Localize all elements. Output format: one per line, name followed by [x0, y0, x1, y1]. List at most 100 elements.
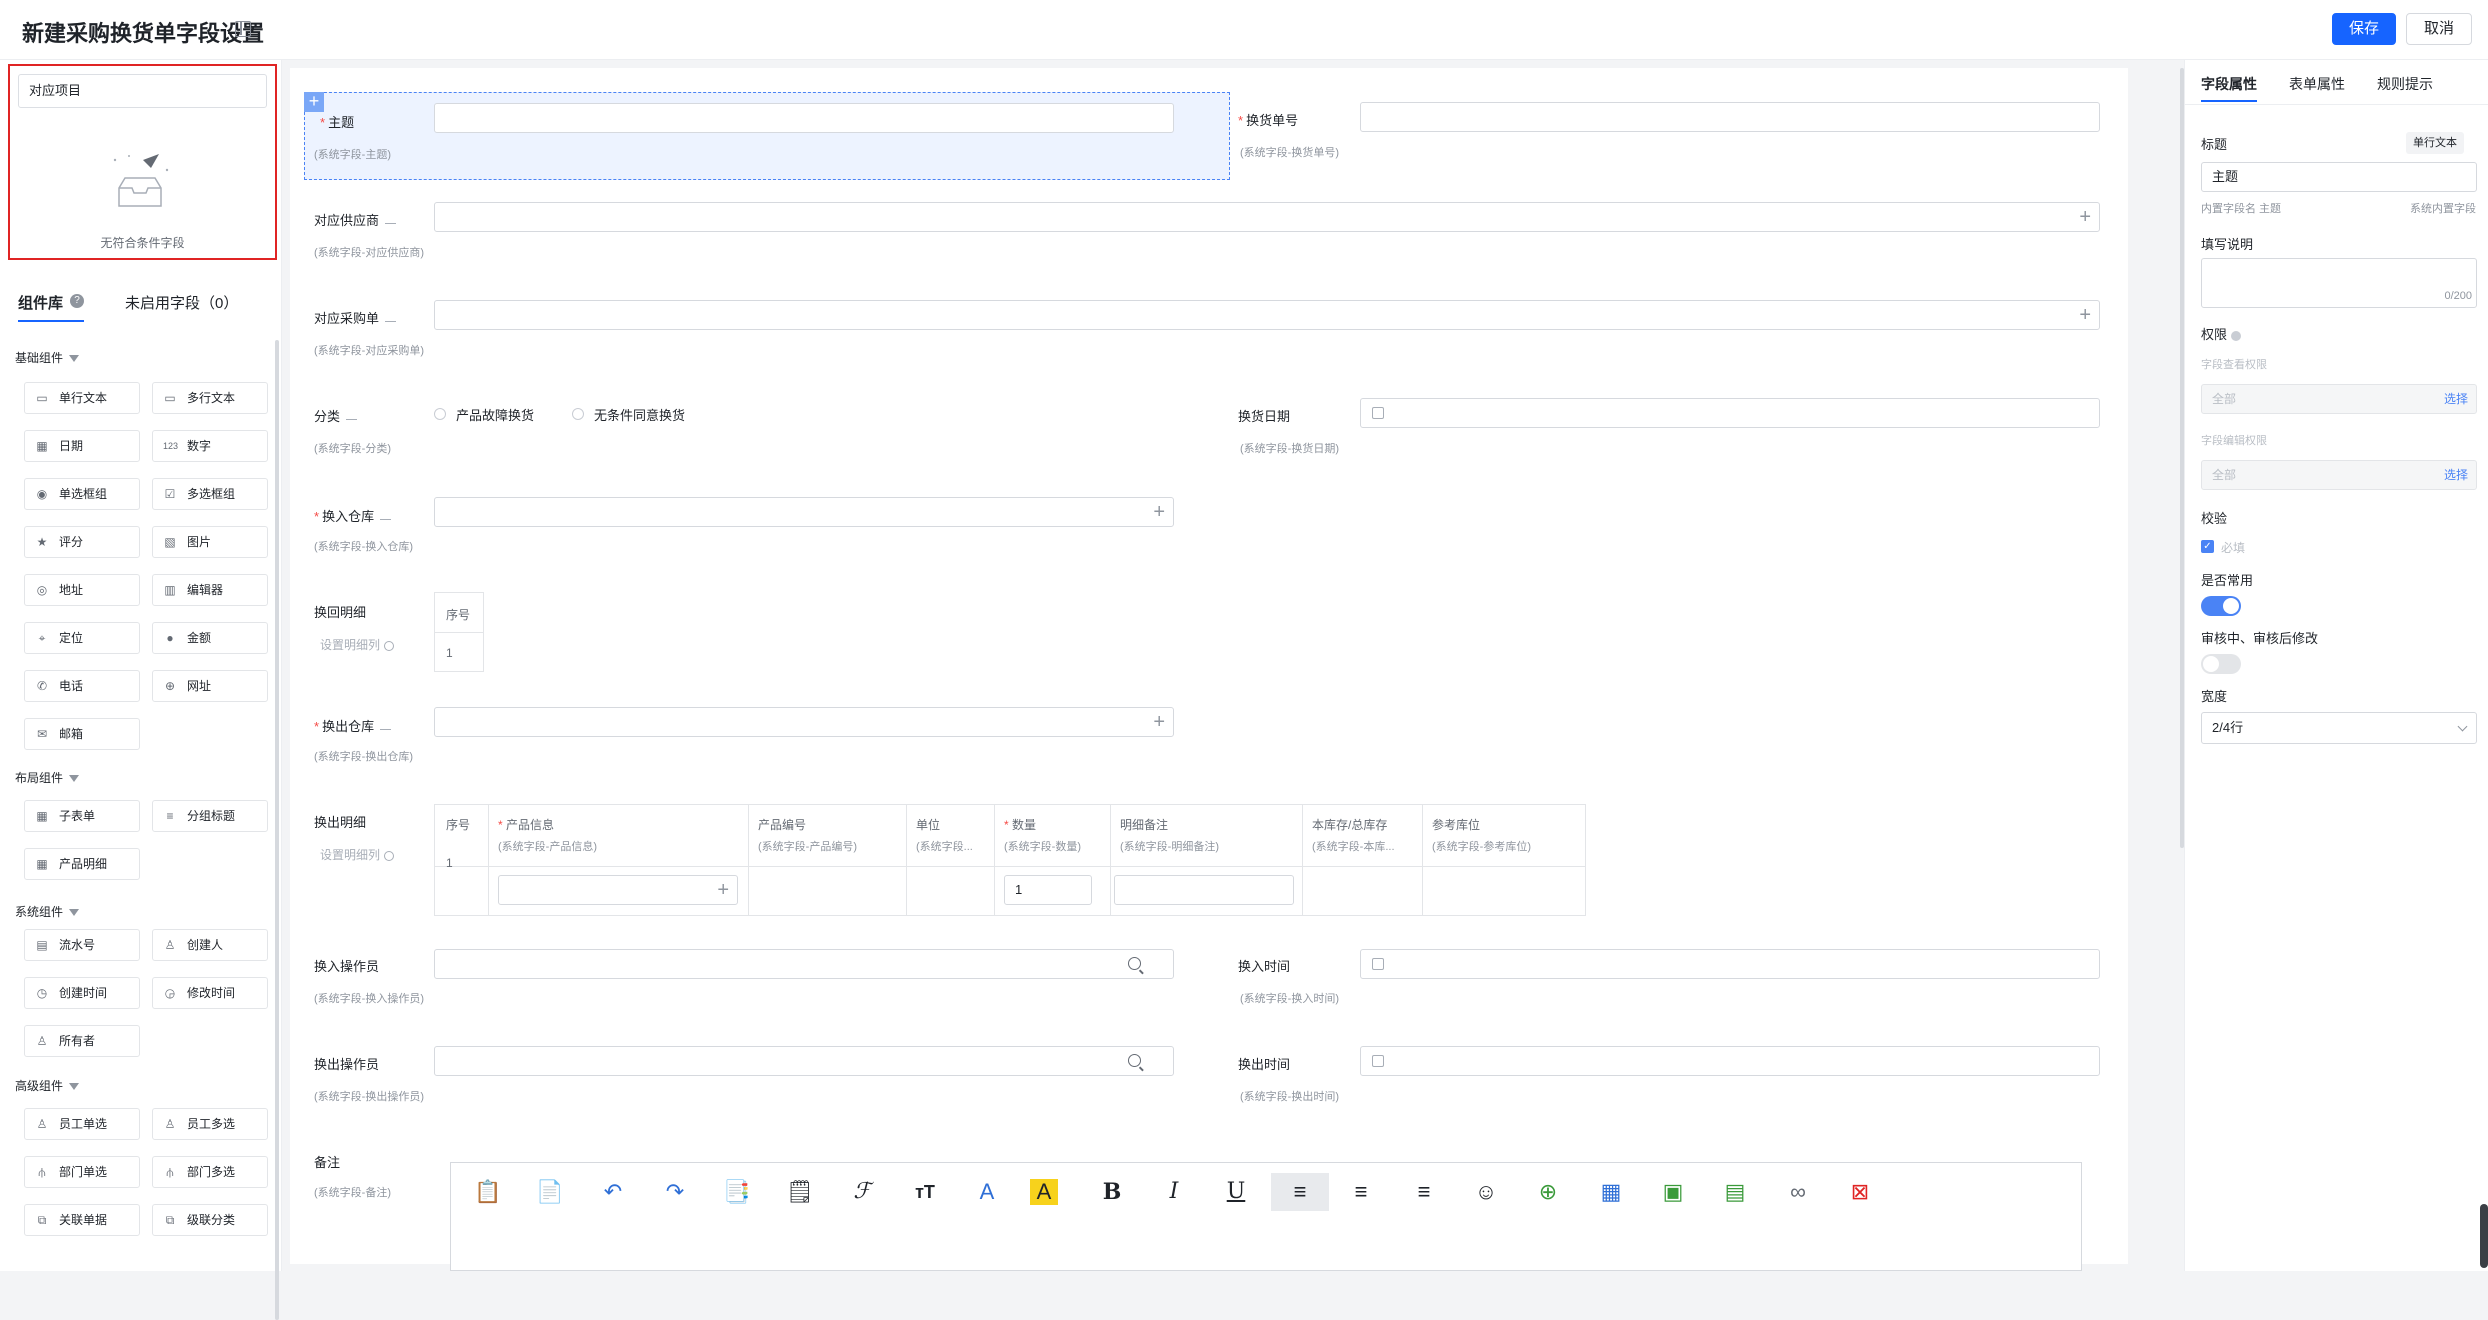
paste-icon[interactable]: 📋 — [469, 1173, 507, 1211]
radio-fault-exchange[interactable] — [434, 408, 446, 420]
component-basic-9[interactable]: ▥ 编辑器 — [152, 574, 268, 606]
subject-input[interactable] — [434, 103, 1174, 133]
component-advanced-5[interactable]: ⧉ 级联分类 — [152, 1204, 268, 1236]
common-toggle[interactable] — [2201, 596, 2241, 616]
component-basic-6[interactable]: ★ 评分 — [24, 526, 140, 558]
font-family-icon[interactable]: ℱ — [843, 1173, 881, 1211]
align-left-icon[interactable]: ≡ — [1271, 1173, 1329, 1211]
set-detail-columns-link[interactable]: 设置明细列 — [320, 846, 395, 863]
highlight-color-icon[interactable]: A — [1030, 1179, 1058, 1205]
component-system-0[interactable]: ▤ 流水号 — [24, 929, 140, 961]
component-layout-1[interactable]: ≡ 分组标题 — [152, 800, 268, 832]
tab-divider — [2185, 104, 2488, 105]
component-basic-11[interactable]: ● 金额 — [152, 622, 268, 654]
font-color-icon[interactable]: A — [968, 1173, 1006, 1211]
group-basic[interactable]: 基础组件 — [15, 349, 80, 366]
help-icon[interactable]: ? — [70, 294, 84, 308]
out-time-input[interactable] — [1360, 1046, 2100, 1076]
component-basic-7[interactable]: ▧ 图片 — [152, 526, 268, 558]
in-operator-input[interactable] — [434, 949, 1174, 979]
tab-component-library[interactable]: 组件库 — [18, 292, 63, 313]
align-center-icon[interactable]: ≡ — [1342, 1173, 1380, 1211]
page-scrollbar[interactable] — [2480, 1204, 2488, 1268]
redo-icon[interactable]: ↷ — [656, 1173, 694, 1211]
component-advanced-1[interactable]: ♙ 员工多选 — [152, 1108, 268, 1140]
save-button[interactable]: 保存 — [2332, 13, 2396, 45]
edit-permission-select[interactable]: 全部 选择 — [2201, 460, 2477, 490]
component-basic-2[interactable]: ▦ 日期 — [24, 430, 140, 462]
component-basic-10[interactable]: ⌖ 定位 — [24, 622, 140, 654]
in-time-input[interactable] — [1360, 949, 2100, 979]
component-basic-3[interactable]: 123 数字 — [152, 430, 268, 462]
product-info-cell-input[interactable]: + — [498, 875, 738, 905]
paste-word-icon[interactable]: 📑 — [718, 1173, 756, 1211]
exchange-no-input[interactable] — [1360, 102, 2100, 132]
tab-field-properties[interactable]: 字段属性 — [2201, 74, 2257, 94]
component-basic-0[interactable]: ▭ 单行文本 — [24, 382, 140, 414]
emoji-icon[interactable]: ☺ — [1467, 1173, 1505, 1211]
cancel-button[interactable]: 取消 — [2406, 13, 2472, 45]
supplier-input[interactable]: + — [434, 202, 2100, 232]
set-detail-columns-link[interactable]: 设置明细列 — [320, 636, 395, 653]
out-warehouse-input[interactable]: + — [434, 707, 1174, 737]
component-basic-13[interactable]: ⊕ 网址 — [152, 670, 268, 702]
component-basic-8[interactable]: ◎ 地址 — [24, 574, 140, 606]
group-advanced[interactable]: 高级组件 — [15, 1077, 80, 1094]
image-icon[interactable]: ▣ — [1654, 1173, 1692, 1211]
tab-form-properties[interactable]: 表单属性 — [2289, 74, 2345, 94]
component-advanced-0[interactable]: ♙ 员工单选 — [24, 1108, 140, 1140]
left-scrollbar[interactable] — [275, 340, 279, 1320]
required-checkbox[interactable]: ✓ — [2201, 540, 2214, 553]
component-basic-14[interactable]: ✉ 邮箱 — [24, 718, 140, 750]
tab-rule-hints[interactable]: 规则提示 — [2377, 74, 2433, 94]
group-system[interactable]: 系统组件 — [15, 903, 80, 920]
component-system-1[interactable]: ♙ 创建人 — [152, 929, 268, 961]
detail-remark-cell-input[interactable] — [1114, 875, 1294, 905]
link-icon[interactable]: ∞ — [1779, 1173, 1817, 1211]
component-advanced-4[interactable]: ⧉ 关联单据 — [24, 1204, 140, 1236]
field-sub-in-time: (系统字段-换入时间) — [1240, 993, 1339, 1005]
tab-unused-fields[interactable]: 未启用字段（0） — [125, 292, 238, 313]
insert-line-icon[interactable]: ⊕ — [1529, 1173, 1567, 1211]
group-layout[interactable]: 布局组件 — [15, 769, 80, 786]
description-textarea[interactable] — [2201, 258, 2477, 308]
table-icon[interactable]: ▦ — [1592, 1173, 1630, 1211]
component-system-2[interactable]: ◷ 创建时间 — [24, 977, 140, 1009]
paste-image-icon[interactable]: 🗒 — [781, 1173, 819, 1211]
component-label: 地址 — [59, 583, 84, 597]
component-basic-1[interactable]: ▭ 多行文本 — [152, 382, 268, 414]
width-select[interactable]: 2/4行 — [2201, 712, 2477, 744]
in-warehouse-input[interactable]: + — [434, 497, 1174, 527]
font-size-icon[interactable]: ᴛT — [906, 1173, 944, 1211]
add-icon[interactable]: + — [304, 92, 324, 112]
rich-text-body[interactable] — [450, 1219, 2082, 1271]
underline-icon[interactable]: U — [1217, 1173, 1255, 1211]
italic-icon[interactable]: I — [1155, 1173, 1193, 1211]
component-layout-0[interactable]: ▦ 子表单 — [24, 800, 140, 832]
component-layout-2[interactable]: ▦ 产品明细 — [24, 848, 140, 880]
component-advanced-3[interactable]: ⫛ 部门多选 — [152, 1156, 268, 1188]
component-system-4[interactable]: ♙ 所有者 — [24, 1025, 140, 1057]
out-operator-input[interactable] — [434, 1046, 1174, 1076]
insert-image-icon[interactable]: ▤ — [1716, 1173, 1754, 1211]
component-basic-4[interactable]: ◉ 单选框组 — [24, 478, 140, 510]
component-system-3[interactable]: ◶ 修改时间 — [152, 977, 268, 1009]
review-edit-toggle[interactable] — [2201, 654, 2241, 674]
title-input[interactable]: 主题 — [2201, 162, 2477, 192]
component-basic-12[interactable]: ✆ 电话 — [24, 670, 140, 702]
bold-icon[interactable]: B — [1093, 1173, 1131, 1211]
paste-text-icon[interactable]: 📄 — [531, 1173, 569, 1211]
field-search-input[interactable]: 对应项目 — [18, 74, 267, 108]
fullscreen-icon[interactable]: ⊠ — [1841, 1173, 1879, 1211]
layout-icon[interactable] — [235, 21, 251, 37]
po-input[interactable]: + — [434, 300, 2100, 330]
exchange-date-input[interactable] — [1360, 398, 2100, 428]
align-right-icon[interactable]: ≡ — [1405, 1173, 1443, 1211]
radio-unconditional-exchange[interactable] — [572, 408, 584, 420]
undo-icon[interactable]: ↶ — [594, 1173, 632, 1211]
review-edit-label: 审核中、审核后修改 — [2201, 631, 2319, 646]
quantity-cell-input[interactable]: 1 — [1004, 875, 1092, 905]
component-basic-5[interactable]: ☑ 多选框组 — [152, 478, 268, 510]
component-advanced-2[interactable]: ⫛ 部门单选 — [24, 1156, 140, 1188]
view-permission-select[interactable]: 全部 选择 — [2201, 384, 2477, 414]
